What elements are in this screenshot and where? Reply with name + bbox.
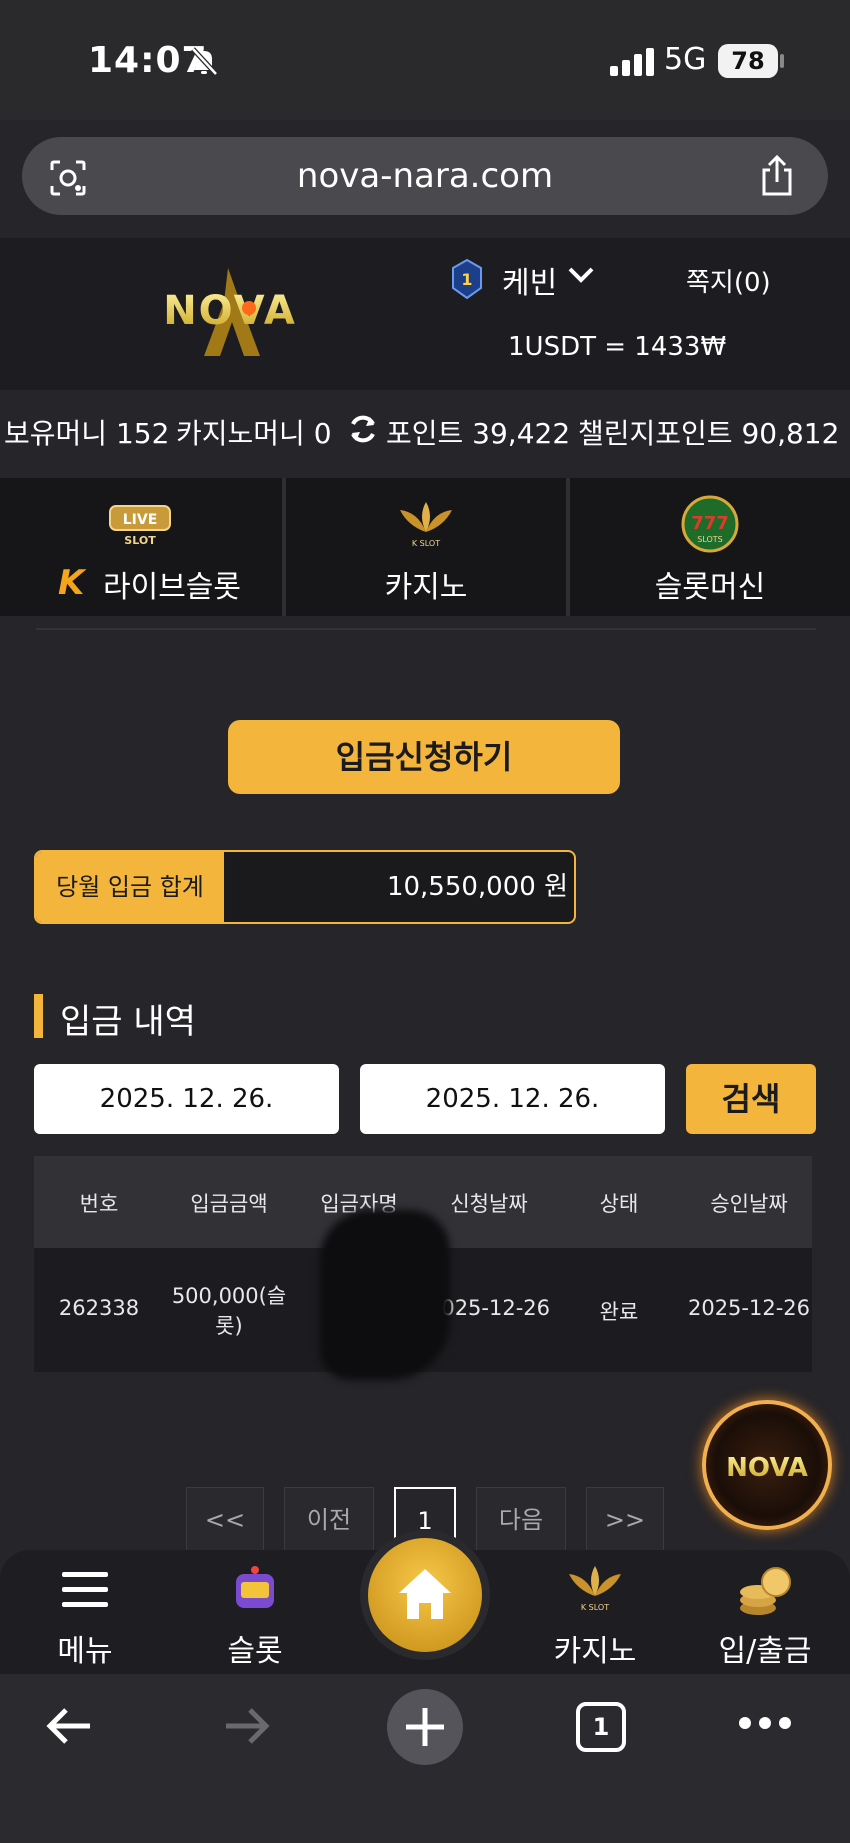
nav-slot[interactable]: 슬롯	[180, 1560, 330, 1670]
history-title: 입금 내역	[60, 1002, 196, 1042]
tab-casino-label: 카지노	[384, 570, 468, 605]
signal-icon	[610, 48, 654, 76]
column-header: 입금금액	[190, 1192, 268, 1216]
k-slot-lotus-icon: K SLOT	[569, 1566, 621, 1612]
points-balance: 포인트 39,422	[386, 417, 571, 450]
page-first-button[interactable]: <<	[186, 1487, 264, 1551]
nav-menu[interactable]: 메뉴	[10, 1560, 160, 1670]
svg-text:LIVE: LIVE	[123, 512, 158, 528]
level-badge-icon: 1	[452, 258, 482, 300]
home-button[interactable]	[360, 1530, 490, 1660]
menu-icon	[62, 1572, 108, 1607]
nova-logo[interactable]: NOVA	[140, 262, 320, 362]
redaction-mark	[320, 1210, 450, 1380]
row-status: 완료	[599, 1300, 639, 1324]
column-header: 승인날짜	[710, 1192, 788, 1216]
row-amount: 500,000(슬	[171, 1284, 287, 1308]
deposit-request-button[interactable]: 입금신청하기	[228, 720, 620, 794]
777-slots-icon: 777 SLOTS	[681, 495, 739, 553]
back-arrow-icon[interactable]	[44, 1704, 94, 1748]
nav-casino[interactable]: K SLOT 카지노	[520, 1560, 670, 1670]
column-header: 신청날짜	[450, 1192, 528, 1216]
balance-row: 보유머니 152 카지노머니 0 포인트 39,422 챌린지포인트 90,81…	[0, 398, 850, 464]
svg-text:NOVA: NOVA	[163, 288, 297, 334]
battery-tip	[780, 54, 784, 68]
site-header	[0, 238, 850, 390]
svg-text:K SLOT: K SLOT	[581, 1603, 609, 1612]
messages-link[interactable]: 쪽지(0)	[686, 262, 771, 299]
row-number: 262338	[58, 1296, 140, 1320]
live-slot-icon: LIVE SLOT	[109, 505, 171, 547]
nav-menu-label: 메뉴	[57, 1634, 113, 1669]
chevron-down-icon[interactable]	[566, 264, 596, 286]
nova-floating-button[interactable]: NOVA	[702, 1400, 832, 1530]
tab-live-slot-label: 라이브슬롯	[103, 570, 241, 605]
page-next-button[interactable]: 다음	[476, 1487, 566, 1551]
tab-slot-machine-label: 슬롯머신	[654, 570, 766, 605]
money-balance: 보유머니 152	[4, 417, 170, 450]
svg-text:SLOTS: SLOTS	[697, 535, 723, 544]
bell-muted-icon	[191, 47, 218, 76]
url-text[interactable]: nova-nara.com	[22, 137, 828, 215]
nova-logo-small: NOVA	[726, 1453, 808, 1483]
casino-money-balance: 카지노머니 0	[176, 417, 332, 450]
k-slot-lotus-icon: K SLOT	[400, 502, 452, 548]
home-icon	[399, 1569, 451, 1619]
monthly-total-box: 당월 입금 합계 10,550,000 원	[34, 850, 576, 924]
username[interactable]: 케빈	[502, 258, 557, 302]
page-prev-button[interactable]: 이전	[284, 1487, 374, 1551]
svg-text:777: 777	[691, 513, 729, 534]
coins-icon	[740, 1567, 791, 1615]
row-amount-cont: 롯)	[215, 1314, 243, 1338]
more-icon[interactable]	[738, 1716, 792, 1730]
level-number: 1	[461, 270, 472, 289]
nav-slot-label: 슬롯	[227, 1634, 283, 1669]
tab-casino[interactable]: K SLOT 카지노	[286, 478, 566, 616]
game-tabs: LIVE SLOT K 라이브슬롯 K SLOT 카지노 777 SLOTS 슬…	[0, 478, 850, 616]
search-button[interactable]: 검색	[686, 1064, 816, 1134]
lens-icon[interactable]	[48, 158, 88, 198]
svg-text:SLOT: SLOT	[124, 534, 156, 547]
browser-toolbar: 1	[0, 1674, 850, 1843]
slot-machine-icon	[236, 1566, 274, 1608]
tab-live-slot[interactable]: LIVE SLOT K 라이브슬롯	[0, 478, 280, 616]
svg-text:K SLOT: K SLOT	[412, 539, 440, 548]
share-icon[interactable]	[758, 154, 796, 198]
section-accent-bar	[34, 994, 43, 1038]
column-header: 상태	[599, 1192, 639, 1216]
page-last-button[interactable]: >>	[586, 1487, 664, 1551]
svg-text:NOVA: NOVA	[726, 1453, 808, 1483]
forward-arrow-icon	[226, 1708, 270, 1744]
address-bar[interactable]: nova-nara.com	[22, 137, 828, 215]
tab-count-button[interactable]: 1	[576, 1702, 626, 1752]
battery-indicator: 78	[718, 44, 778, 78]
tab-slot-machine[interactable]: 777 SLOTS 슬롯머신	[570, 478, 850, 616]
divider	[36, 628, 816, 630]
nav-deposit-withdraw[interactable]: 입/출금	[690, 1560, 840, 1670]
monthly-total-label: 당월 입금 합계	[36, 852, 224, 922]
date-to-input[interactable]: 2025. 12. 26.	[360, 1064, 665, 1134]
row-approved-date: 2025-12-26	[687, 1296, 811, 1320]
network-type: 5G	[664, 42, 707, 77]
column-header: 번호	[79, 1192, 119, 1216]
challenge-points-balance: 챌린지포인트 90,812	[578, 417, 840, 450]
new-tab-icon[interactable]	[386, 1688, 464, 1766]
nav-deposit-withdraw-label: 입/출금	[718, 1634, 812, 1669]
exchange-rate: 1USDT = 1433₩	[508, 332, 727, 362]
nav-casino-label: 카지노	[553, 1634, 637, 1669]
refresh-icon[interactable]	[346, 412, 380, 446]
monthly-total-value: 10,550,000 원	[386, 872, 568, 902]
date-from-input[interactable]: 2025. 12. 26.	[34, 1064, 339, 1134]
